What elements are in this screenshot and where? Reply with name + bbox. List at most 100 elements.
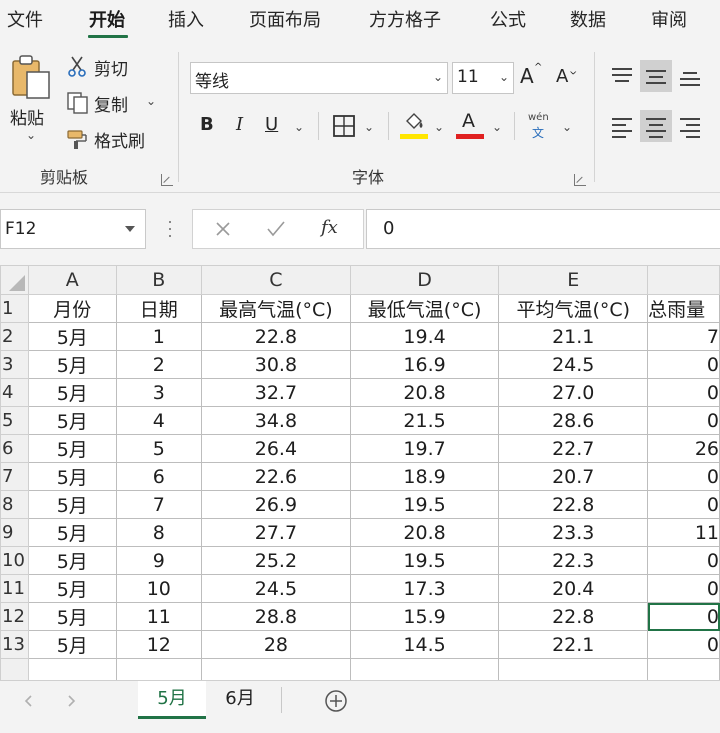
row-header[interactable]: 11 <box>0 574 29 603</box>
cell-e[interactable]: 22.7 <box>498 434 649 463</box>
cell-d[interactable]: 16.9 <box>349 350 500 379</box>
scroll-right-icon[interactable] <box>68 695 76 707</box>
cell-f[interactable]: 0 <box>647 462 720 491</box>
cell-a[interactable]: 5月 <box>27 350 117 379</box>
scroll-left-icon[interactable] <box>24 695 32 707</box>
tab-data[interactable]: 数据 <box>570 6 606 32</box>
cell-d[interactable]: 20.8 <box>349 518 500 547</box>
align-center-button[interactable] <box>640 110 672 142</box>
cell-d[interactable] <box>349 658 500 680</box>
cut-button[interactable]: 剪切 <box>66 54 166 80</box>
cell-a[interactable]: 5月 <box>27 574 117 603</box>
cell-b[interactable]: 10 <box>115 574 203 603</box>
cell-d[interactable]: 18.9 <box>349 462 500 491</box>
tab-file[interactable]: 文件 <box>7 6 43 32</box>
cell-a[interactable]: 5月 <box>27 602 117 631</box>
borders-dropdown-chevron-icon[interactable]: ⌄ <box>364 120 374 134</box>
row-header[interactable]: 1 <box>0 294 29 323</box>
font-size-combobox[interactable]: 11 ⌄ <box>452 62 514 94</box>
phonetic-guide-button[interactable]: wén 文 <box>526 112 556 142</box>
add-sheet-icon[interactable] <box>324 689 348 713</box>
clipboard-dialog-launcher-icon[interactable] <box>161 174 173 186</box>
underline-dropdown-chevron-icon[interactable]: ⌄ <box>294 120 304 134</box>
worksheet-grid[interactable]: A B C D E 1 月份 日期 最高气温(°C) 最低气温(°C) 平均气温(°C) 总… <box>0 265 720 680</box>
cell-e[interactable]: 22.8 <box>498 490 649 519</box>
cell-b[interactable]: 7 <box>115 490 203 519</box>
cell-f[interactable]: 11 <box>647 518 720 547</box>
tab-fangfang-gezi[interactable]: 方方格子 <box>369 6 441 32</box>
column-header-f[interactable] <box>647 265 720 295</box>
select-all-corner[interactable] <box>0 265 29 295</box>
tab-home[interactable]: 开始 <box>89 6 125 32</box>
cell-e[interactable]: 22.8 <box>498 602 649 631</box>
cell-d[interactable]: 14.5 <box>349 630 500 659</box>
row-header[interactable]: 10 <box>0 546 29 575</box>
cell-f[interactable]: 0 <box>647 350 720 379</box>
row-header[interactable] <box>0 658 29 680</box>
cell-c[interactable]: 25.2 <box>201 546 351 575</box>
cell-a[interactable]: 5月 <box>27 546 117 575</box>
align-bottom-button[interactable] <box>674 60 706 92</box>
cell-b[interactable]: 11 <box>115 602 203 631</box>
paste-button[interactable]: 粘贴 ⌄ <box>8 54 56 146</box>
tab-insert[interactable]: 插入 <box>168 6 204 32</box>
column-header-e[interactable]: E <box>498 265 649 295</box>
tab-formulas[interactable]: 公式 <box>490 6 526 32</box>
cell-c[interactable]: 最高气温(°C) <box>201 294 351 323</box>
cell-f[interactable]: 总雨量 <box>647 294 720 323</box>
cell-c[interactable]: 32.7 <box>201 378 351 407</box>
cell-f[interactable]: 0 <box>647 406 720 435</box>
cell-b[interactable]: 8 <box>115 518 203 547</box>
cell-f[interactable]: 0 <box>647 602 720 631</box>
cell-e[interactable]: 21.1 <box>498 322 649 351</box>
align-middle-button[interactable] <box>640 60 672 92</box>
cell-b[interactable]: 5 <box>115 434 203 463</box>
cell-e[interactable]: 20.4 <box>498 574 649 603</box>
cell-c[interactable]: 26.9 <box>201 490 351 519</box>
row-header[interactable]: 6 <box>0 434 29 463</box>
paste-dropdown-chevron-icon[interactable]: ⌄ <box>26 128 36 142</box>
enter-checkmark-icon[interactable] <box>267 221 285 237</box>
tab-page-layout[interactable]: 页面布局 <box>249 6 321 32</box>
cell-a[interactable]: 5月 <box>27 406 117 435</box>
format-painter-button[interactable]: 格式刷 <box>66 126 166 152</box>
cell-d[interactable]: 20.8 <box>349 378 500 407</box>
cell-b[interactable]: 6 <box>115 462 203 491</box>
cell-d[interactable]: 19.7 <box>349 434 500 463</box>
font-name-chevron-icon[interactable]: ⌄ <box>433 70 443 84</box>
cell-c[interactable]: 28 <box>201 630 351 659</box>
cell-c[interactable]: 22.6 <box>201 462 351 491</box>
row-header[interactable]: 3 <box>0 350 29 379</box>
row-header[interactable]: 4 <box>0 378 29 407</box>
cell-e[interactable]: 28.6 <box>498 406 649 435</box>
cell-b[interactable]: 9 <box>115 546 203 575</box>
cell-d[interactable]: 19.5 <box>349 546 500 575</box>
cell-f[interactable]: 0 <box>647 630 720 659</box>
cell-b[interactable] <box>115 658 203 680</box>
underline-button[interactable]: U <box>265 114 278 135</box>
column-header-d[interactable]: D <box>349 265 500 295</box>
row-header[interactable]: 2 <box>0 322 29 351</box>
cell-c[interactable] <box>201 658 351 680</box>
cell-c[interactable]: 26.4 <box>201 434 351 463</box>
bold-button[interactable]: B <box>200 114 214 135</box>
font-color-dropdown-chevron-icon[interactable]: ⌄ <box>492 120 502 134</box>
row-header[interactable]: 8 <box>0 490 29 519</box>
cell-a[interactable]: 5月 <box>27 630 117 659</box>
cell-e[interactable]: 24.5 <box>498 350 649 379</box>
cell-f[interactable]: 0 <box>647 546 720 575</box>
align-left-button[interactable] <box>606 110 638 142</box>
cell-c[interactable]: 30.8 <box>201 350 351 379</box>
name-box-dropdown-icon[interactable] <box>125 226 135 232</box>
cell-e[interactable] <box>498 658 649 680</box>
cell-a[interactable]: 5月 <box>27 434 117 463</box>
fill-color-dropdown-chevron-icon[interactable]: ⌄ <box>434 120 444 134</box>
sheet-tab-june[interactable]: 6月 <box>210 681 270 719</box>
cell-e[interactable]: 22.3 <box>498 546 649 575</box>
name-box[interactable]: F12 <box>0 209 146 249</box>
borders-icon[interactable] <box>332 114 356 138</box>
sheet-tab-may[interactable]: 5月 <box>138 681 206 719</box>
formula-input[interactable]: 0 <box>366 209 720 249</box>
cell-c[interactable]: 27.7 <box>201 518 351 547</box>
cell-f[interactable]: 7 <box>647 322 720 351</box>
